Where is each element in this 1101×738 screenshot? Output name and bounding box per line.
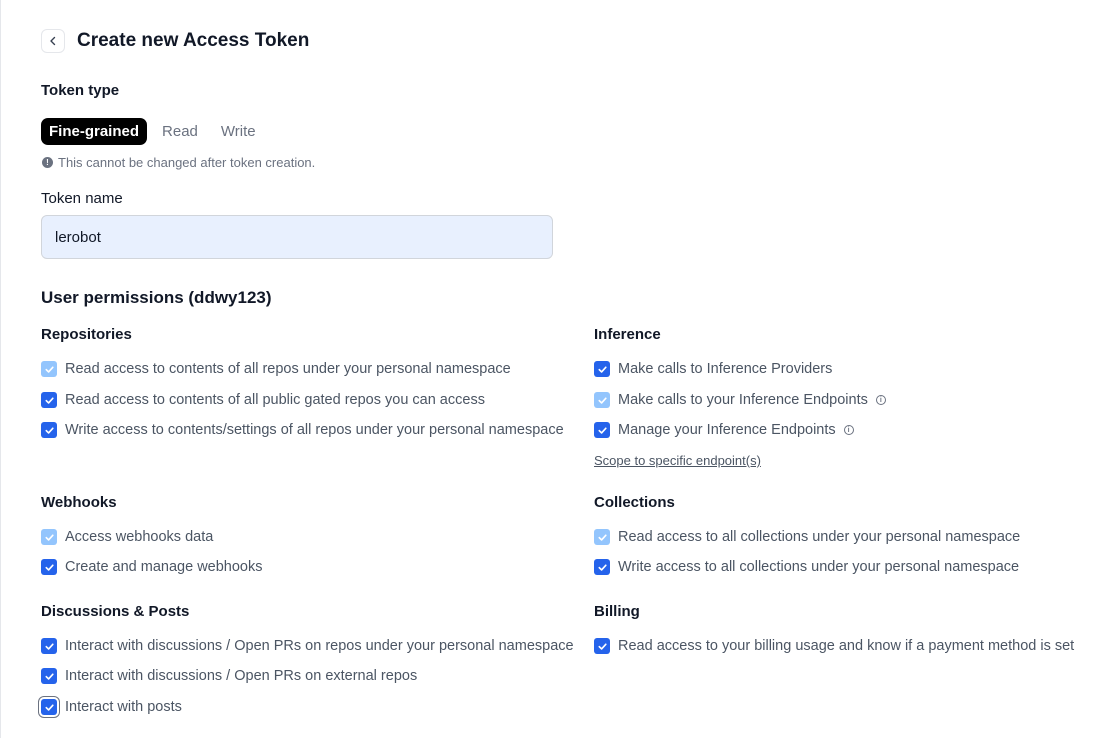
perm-billing-read[interactable]: Read access to your billing usage and kn… — [594, 638, 1074, 654]
checkmark-icon — [44, 642, 54, 650]
perm-label: Access webhooks data — [65, 529, 214, 545]
perm-label: Create and manage webhooks — [65, 559, 263, 575]
webhooks-title: Webhooks — [41, 494, 117, 511]
token-type-tabs: Fine-grained Read Write — [41, 118, 271, 145]
checkbox[interactable] — [594, 422, 610, 438]
scope-endpoints-link[interactable]: Scope to specific endpoint(s) — [594, 453, 761, 468]
info-circle-icon: ! — [42, 157, 53, 168]
tab-read[interactable]: Read — [154, 118, 206, 145]
checkbox[interactable] — [41, 361, 57, 377]
back-button[interactable] — [41, 29, 65, 53]
perm-posts[interactable]: Interact with posts — [41, 699, 182, 715]
collections-title: Collections — [594, 494, 675, 511]
checkmark-icon — [597, 365, 607, 373]
tab-write[interactable]: Write — [213, 118, 264, 145]
checkbox[interactable] — [41, 422, 57, 438]
token-name-label: Token name — [41, 190, 123, 207]
billing-group: Billing — [594, 603, 640, 623]
perm-discussions-personal[interactable]: Interact with discussions / Open PRs on … — [41, 638, 574, 654]
checkmark-icon — [597, 426, 607, 434]
token-type-note: ! This cannot be changed after token cre… — [42, 155, 315, 170]
perm-repos-read-gated[interactable]: Read access to contents of all public ga… — [41, 392, 485, 408]
token-type-label: Token type — [41, 82, 120, 99]
perm-repos-read-personal[interactable]: Read access to contents of all repos und… — [41, 361, 511, 377]
discussions-group: Discussions & Posts — [41, 603, 189, 623]
perm-label: Manage your Inference Endpoints — [618, 422, 836, 438]
checkmark-icon — [44, 396, 54, 404]
billing-title: Billing — [594, 603, 640, 620]
checkmark-icon — [44, 426, 54, 434]
token-name-input[interactable] — [41, 215, 553, 259]
token-type-note-text: This cannot be changed after token creat… — [58, 155, 316, 170]
checkbox[interactable] — [41, 392, 57, 408]
checkmark-icon — [597, 642, 607, 650]
checkmark-icon — [44, 365, 54, 373]
perm-label: Write access to contents/settings of all… — [65, 422, 564, 438]
page-header: Create new Access Token — [41, 28, 309, 54]
perm-label: Interact with posts — [65, 699, 182, 715]
repositories-group: Repositories — [41, 326, 132, 346]
perm-label: Interact with discussions / Open PRs on … — [65, 668, 418, 684]
perm-label: Interact with discussions / Open PRs on … — [65, 638, 574, 654]
info-circle-icon[interactable]: i — [875, 395, 886, 405]
page-title: Create new Access Token — [77, 30, 310, 51]
checkmark-icon — [44, 563, 54, 571]
repositories-title: Repositories — [41, 326, 132, 343]
discussions-title: Discussions & Posts — [41, 603, 190, 620]
perm-collections-read[interactable]: Read access to all collections under you… — [594, 529, 1020, 545]
perm-webhooks-manage[interactable]: Create and manage webhooks — [41, 559, 263, 575]
checkmark-icon — [597, 533, 607, 541]
perm-discussions-external[interactable]: Interact with discussions / Open PRs on … — [41, 668, 417, 684]
inference-group: Inference — [594, 326, 661, 346]
perm-label: Make calls to Inference Providers — [618, 361, 833, 377]
perm-inference-endpoints-manage[interactable]: Manage your Inference Endpoints i — [594, 422, 854, 438]
info-circle-icon[interactable]: i — [843, 425, 854, 435]
checkmark-icon — [44, 533, 54, 541]
checkmark-icon — [597, 563, 607, 571]
perm-collections-write[interactable]: Write access to all collections under yo… — [594, 559, 1019, 575]
inference-title: Inference — [594, 326, 661, 343]
checkmark-icon — [44, 703, 54, 711]
checkbox[interactable] — [594, 361, 610, 377]
page-left-border — [0, 0, 1, 738]
checkbox[interactable] — [594, 529, 610, 545]
chevron-left-icon — [50, 36, 56, 46]
checkbox[interactable] — [41, 638, 57, 654]
checkmark-icon — [44, 672, 54, 680]
perm-label: Read access to contents of all public ga… — [65, 392, 485, 408]
tab-fine-grained[interactable]: Fine-grained — [41, 118, 148, 145]
checkbox[interactable] — [594, 638, 610, 654]
checkbox[interactable] — [594, 392, 610, 408]
perm-label: Make calls to your Inference Endpoints — [618, 392, 868, 408]
perm-label: Read access to contents of all repos und… — [65, 361, 511, 377]
webhooks-group: Webhooks — [41, 494, 117, 514]
checkbox[interactable] — [594, 559, 610, 575]
user-permissions-heading: User permissions (ddwy123) — [41, 288, 272, 307]
checkbox[interactable] — [41, 699, 57, 715]
checkbox[interactable] — [41, 529, 57, 545]
perm-inference-providers[interactable]: Make calls to Inference Providers — [594, 361, 832, 377]
perm-label: Read access to your billing usage and kn… — [618, 638, 1075, 654]
perm-label: Write access to all collections under yo… — [618, 559, 1020, 575]
perm-label: Read access to all collections under you… — [618, 529, 1021, 545]
perm-repos-write[interactable]: Write access to contents/settings of all… — [41, 422, 564, 438]
perm-webhooks-access[interactable]: Access webhooks data — [41, 529, 213, 545]
checkbox[interactable] — [41, 559, 57, 575]
collections-group: Collections — [594, 494, 675, 514]
perm-inference-endpoints-calls[interactable]: Make calls to your Inference Endpoints i — [594, 392, 886, 408]
checkmark-icon — [597, 396, 607, 404]
checkbox[interactable] — [41, 668, 57, 684]
